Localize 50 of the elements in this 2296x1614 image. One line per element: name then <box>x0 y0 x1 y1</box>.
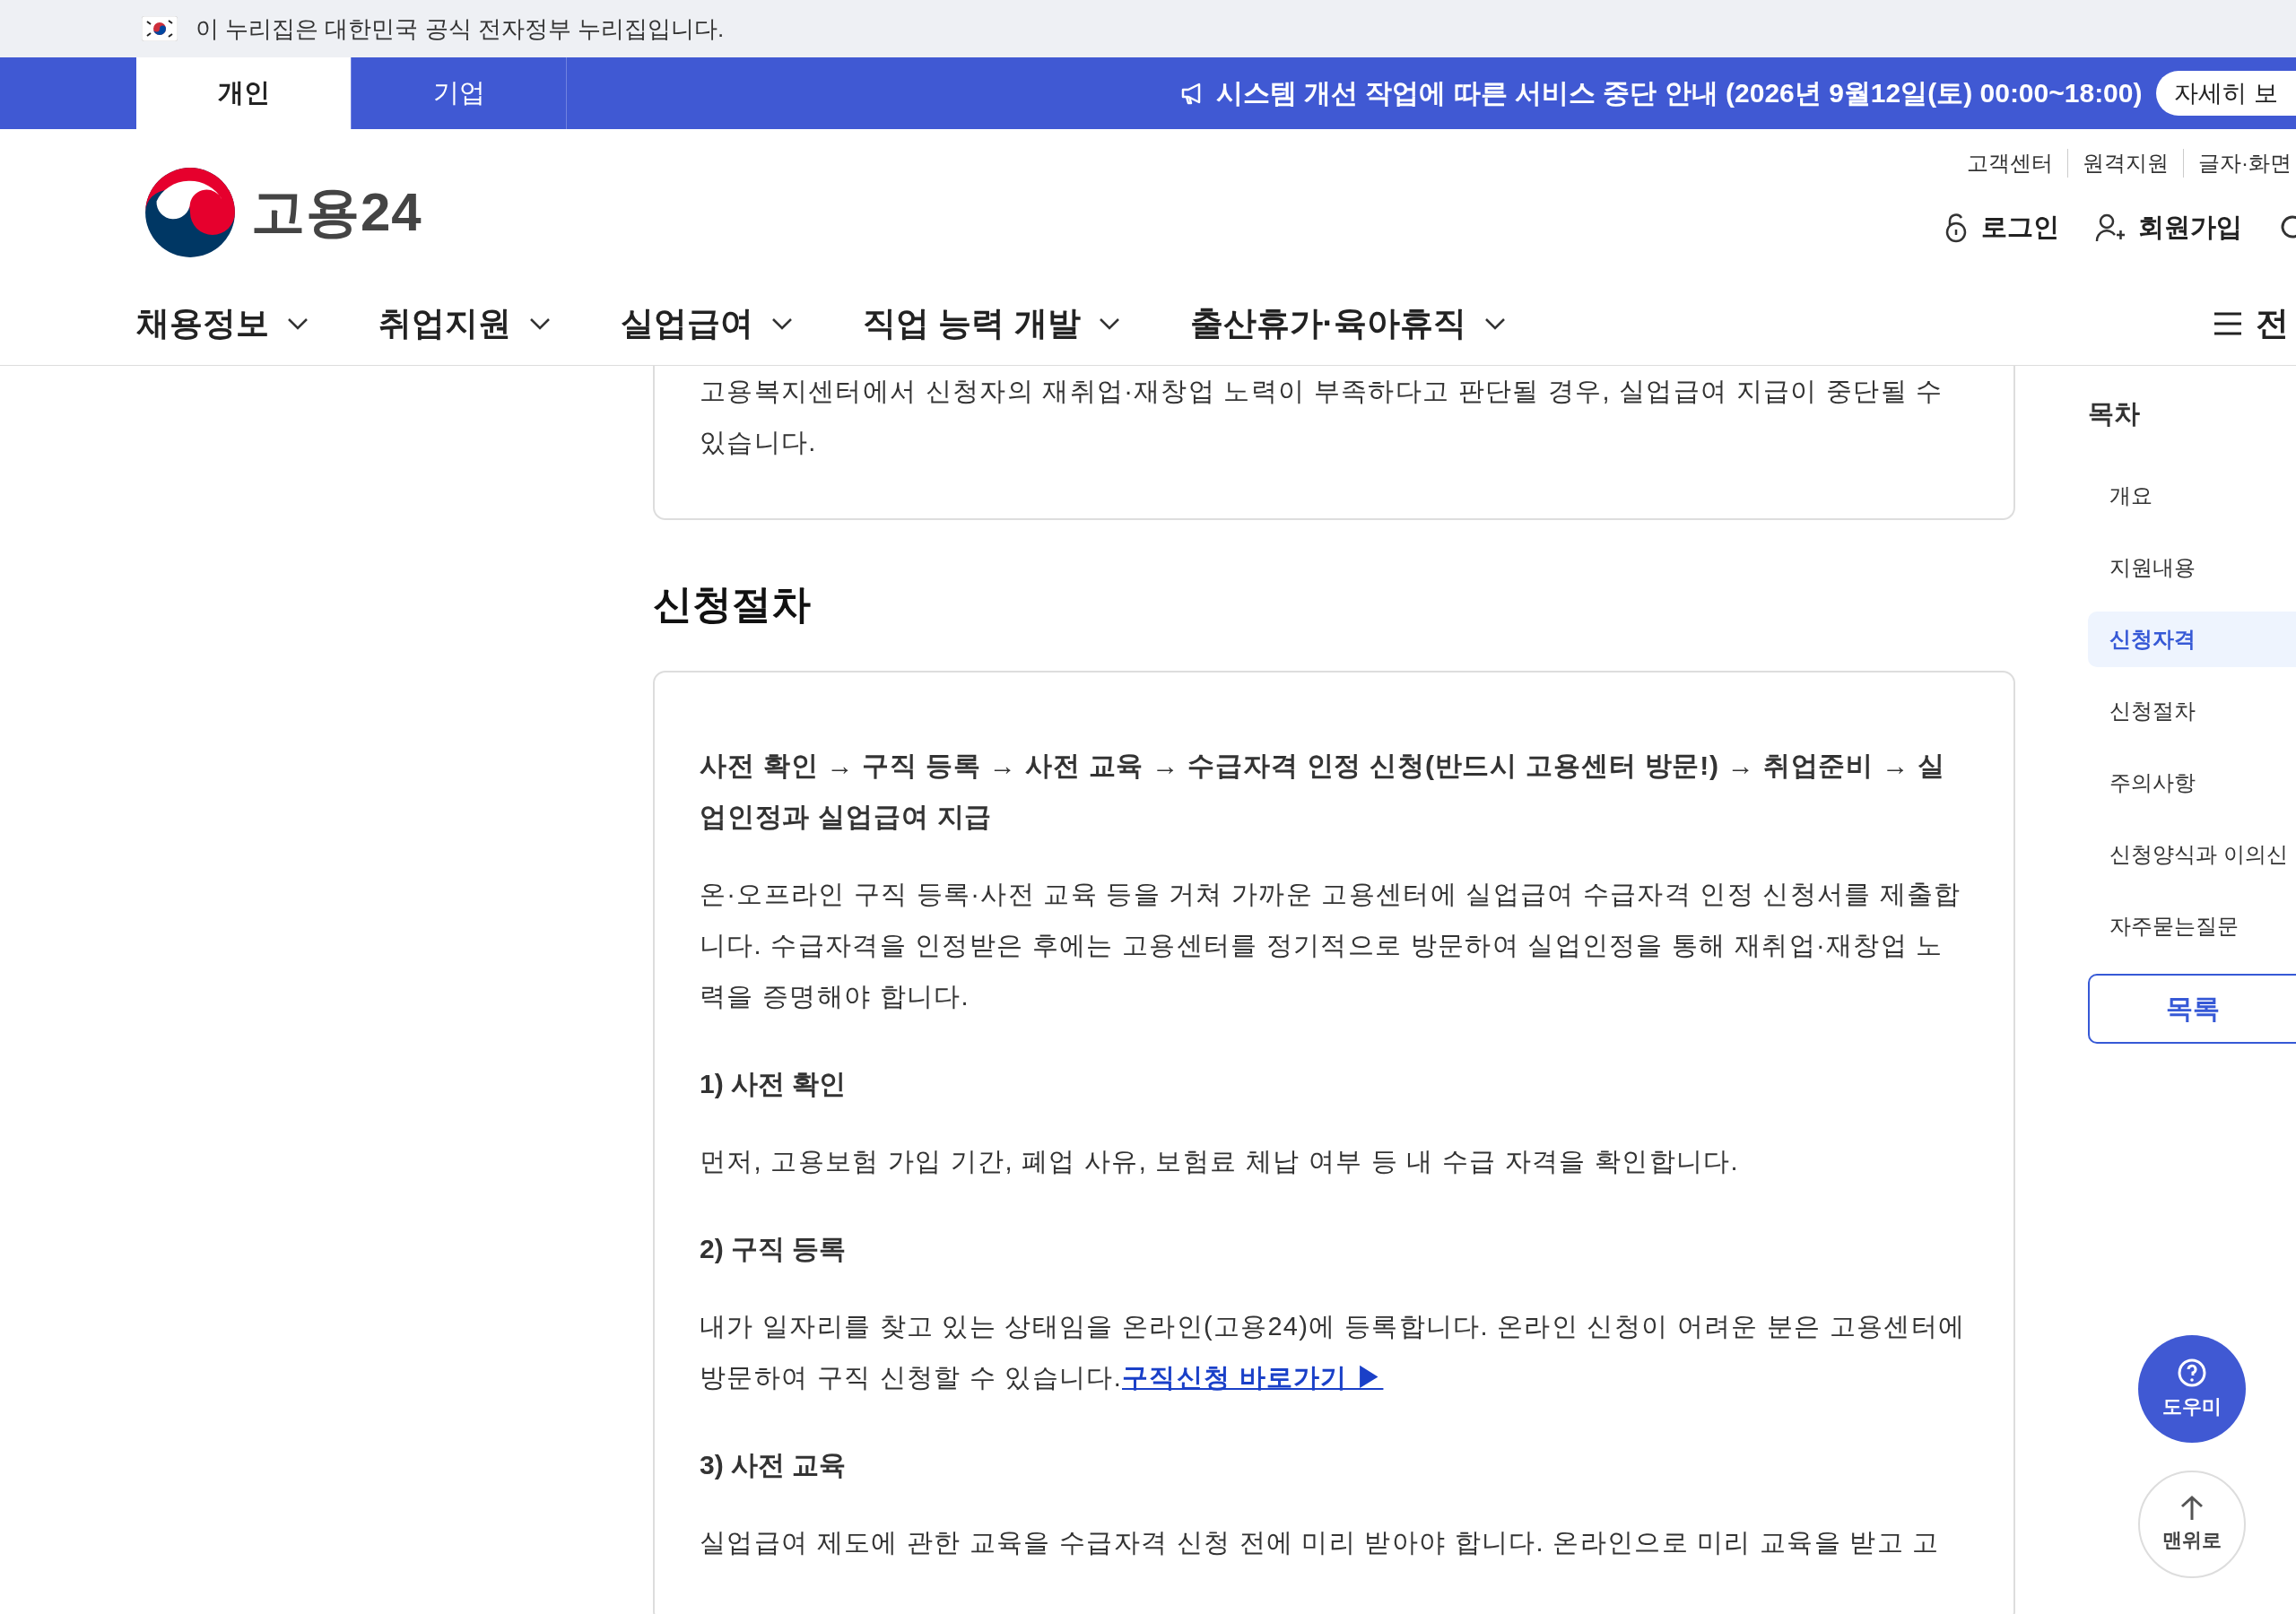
account-link[interactable]: 회원가입 <box>2095 210 2242 246</box>
all-menu-button[interactable]: 전 <box>2213 300 2296 346</box>
nav-menu-item[interactable]: 취업지원 <box>378 300 551 346</box>
details-button[interactable]: 자세히 보 <box>2156 71 2296 116</box>
nav-menu-item[interactable]: 직업 능력 개발 <box>863 300 1120 346</box>
toc-item[interactable]: 신청자격 <box>2088 612 2296 667</box>
utility-link[interactable]: 글자·화면 <box>2183 149 2296 178</box>
toc-title: 목차 <box>2088 398 2141 430</box>
back-to-top-button[interactable]: 맨위로 <box>2138 1471 2246 1578</box>
question-icon <box>2177 1358 2207 1388</box>
toc-item[interactable]: 신청절차 <box>2088 683 2296 739</box>
arrow-up-icon <box>2179 1495 2205 1522</box>
list-button[interactable]: 목록 <box>2088 974 2296 1044</box>
logo-text[interactable]: 고용24 <box>251 176 422 249</box>
help-button[interactable]: 도우미 <box>2138 1335 2246 1443</box>
utility-link[interactable]: 고객센터 <box>1952 149 2067 178</box>
procedure-summary: 사전 확인 → 구직 등록 → 사전 교육 → 수급자격 인정 신청(반드시 고용센터 방문!) → 취업준비 → 실업인정과 실업급여 지급 <box>700 750 1946 833</box>
notice-text: 시스템 개선 작업에 따른 서비스 중단 안내 (2026년 9월12일(토) 00:00~18:00) <box>1215 76 2143 109</box>
nav-menu-item[interactable]: 출산휴가·육아휴직 <box>1189 300 1506 346</box>
chevron-down-icon <box>287 317 309 330</box>
body-paragraph: 실업급여 제도에 관한 교육을 수급자격 신청 전에 미리 받아야 합니다. 온라인으로 미리 교육을 받고 고 <box>700 1527 1941 1558</box>
step-heading: 1) 사전 확인 <box>700 1068 848 1100</box>
body-paragraph: 고용복지센터에서 신청자의 재취업·재창업 노력이 부족하다고 판단될 경우, 실업급여 지급이 중단될 수 있습니다. <box>700 376 1944 458</box>
gov-banner-text: 이 누리집은 대한민국 공식 전자정부 누리집입니다. <box>196 13 725 44</box>
menu-icon <box>2213 310 2243 336</box>
body-paragraph: 먼저, 고용보험 가입 기간, 폐업 사유, 보험료 체납 여부 등 내 수급 자격을 확인합니다. <box>700 1146 1740 1177</box>
nav-menu-item[interactable]: 실업급여 <box>621 300 793 346</box>
account-link[interactable]: 로그인 <box>1944 210 2059 246</box>
job-application-link[interactable]: 구직신청 바로가기 ▶ <box>1122 1363 1384 1392</box>
emblem-icon <box>144 166 237 259</box>
body-paragraph: 내가 일자리를 찾고 있는 상태임을 온라인(고용24)에 등록합니다. 온라인 신청이 어려운 분은 고용센터에 방문하여 구직 신청할 수 있습니다.구직신청 바로가기 ▶ <box>700 1311 1967 1393</box>
chevron-down-icon <box>1098 317 1120 330</box>
toc-item[interactable]: 신청양식과 이의신 <box>2088 827 2296 882</box>
toc-item[interactable]: 주의사항 <box>2088 755 2296 811</box>
audience-tab[interactable]: 개인 <box>136 57 352 129</box>
chevron-down-icon <box>1483 317 1506 330</box>
utility-link[interactable]: 원격지원 <box>2067 149 2183 178</box>
flag-icon <box>142 16 178 41</box>
lock-icon <box>1944 213 1969 243</box>
toc-item[interactable]: 지원내용 <box>2088 540 2296 595</box>
toc-item[interactable]: 자주묻는질문 <box>2088 898 2296 954</box>
body-paragraph: 온·오프라인 구직 등록·사전 교육 등을 거쳐 가까운 고용센터에 실업급여 수급자격 인정 신청서를 제출합니다. 수급자격을 인정받은 후에는 고용센터를 정기적으로 방문하여 실업인정을 통해 재취업·재창업 노력을 증명해야 합니다. <box>700 879 1962 1012</box>
step-heading: 3) 사전 교육 <box>700 1449 848 1481</box>
section-title: 신청절차 <box>653 581 812 628</box>
chevron-down-icon <box>529 317 551 330</box>
chevron-down-icon <box>771 317 793 330</box>
step-heading: 2) 구직 등록 <box>700 1233 848 1265</box>
nav-menu-item[interactable]: 채용정보 <box>136 300 309 346</box>
user-add-icon <box>2095 213 2126 243</box>
toc-item[interactable]: 개요 <box>2088 468 2296 524</box>
